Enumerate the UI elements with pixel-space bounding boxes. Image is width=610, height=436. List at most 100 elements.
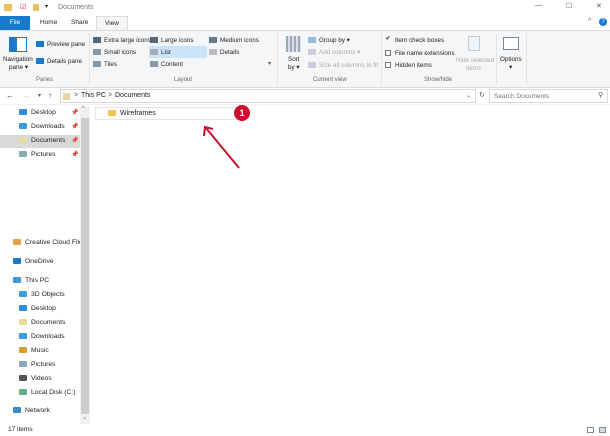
breadcrumb-this-pc[interactable]: This PC — [81, 92, 106, 99]
refresh-icon[interactable]: ↻ — [479, 91, 485, 99]
onedrive-icon — [13, 258, 21, 265]
recent-locations-icon[interactable]: ▾ — [38, 92, 41, 99]
minimize-button[interactable]: — — [535, 2, 542, 9]
breadcrumb-separator[interactable]: > — [108, 92, 112, 99]
nav-item-onedrive[interactable]: OneDrive — [13, 258, 54, 265]
nav-item-3d-objects[interactable]: 3D Objects — [19, 291, 65, 298]
nav-item-local-disk-c[interactable]: Local Disk (C:) — [19, 389, 76, 396]
navigation-pane-label: pane ▾ — [9, 64, 28, 71]
nav-scrollbar-thumb[interactable] — [81, 118, 89, 414]
navigation-pane-button[interactable]: Navigation — [3, 56, 33, 63]
nav-item-videos[interactable]: Videos — [19, 375, 52, 382]
new-folder-icon[interactable] — [33, 4, 39, 11]
music-icon — [19, 347, 27, 354]
quick-access-dropdown-icon[interactable]: ▾ — [45, 3, 48, 10]
pictures-icon — [19, 151, 27, 158]
nav-item-music[interactable]: Music — [19, 347, 49, 354]
nav-item-pictures[interactable]: Pictures — [19, 361, 56, 368]
nav-item-label: Music — [31, 347, 49, 354]
item-count: 17 items — [8, 426, 33, 433]
search-icon[interactable]: ⚲ — [598, 91, 603, 99]
nav-item-network[interactable]: Network — [13, 407, 50, 414]
layout-content[interactable]: Content — [150, 61, 183, 68]
details-view-icon[interactable] — [587, 427, 594, 433]
tab-home[interactable]: Home — [32, 16, 65, 30]
layout-medium-icons[interactable]: Medium icons — [209, 37, 259, 44]
file-item-wireframes[interactable]: Wireframes — [95, 107, 241, 120]
forward-button: → — [22, 91, 30, 100]
tab-share[interactable]: Share — [63, 16, 96, 30]
options-button[interactable]: Options — [500, 56, 522, 63]
breadcrumb-documents[interactable]: Documents — [115, 92, 150, 99]
nav-item-label: Pictures — [31, 151, 56, 158]
window-title: Documents — [58, 4, 94, 11]
layout-group-label: Layout — [174, 77, 193, 83]
file-name: Wireframes — [120, 110, 156, 117]
tab-file[interactable]: File — [0, 16, 30, 30]
nav-item-label: Documents — [31, 319, 66, 326]
nav-item-creative-cloud-files[interactable]: Creative Cloud Files — [13, 239, 86, 246]
tab-view[interactable]: View — [96, 16, 128, 30]
scroll-up-icon[interactable]: ^ — [82, 106, 85, 112]
folder-icon — [108, 110, 116, 117]
layout-more-icon[interactable]: ▾ — [268, 60, 271, 67]
options-dropdown-icon[interactable]: ▾ — [509, 64, 512, 71]
file-name-extensions-checkbox[interactable]: File name extensions — [385, 50, 455, 57]
group-by-button[interactable]: Group by ▾ — [308, 37, 350, 44]
nav-item-label: Videos — [31, 375, 52, 382]
nav-item-label: OneDrive — [25, 258, 54, 265]
hidden-items-checkbox[interactable]: Hidden items — [385, 62, 432, 69]
size-columns-button: Size all columns to fit — [308, 62, 378, 69]
pin-icon[interactable]: 📌 — [71, 109, 78, 116]
desktop-icon — [19, 109, 27, 116]
add-columns-button: Add columns ▾ — [308, 49, 360, 56]
nav-item-desktop[interactable]: Desktop — [19, 305, 56, 312]
maximize-button[interactable]: ☐ — [566, 2, 572, 10]
item-check-boxes-checkbox[interactable]: ✔ Item check boxes — [385, 36, 444, 44]
details-pane-button[interactable]: Details pane — [36, 58, 82, 65]
nav-item-documents[interactable]: Documents — [19, 137, 65, 144]
pin-icon[interactable]: 📌 — [71, 137, 78, 144]
nav-item-this-pc[interactable]: This PC — [13, 277, 49, 284]
nav-item-label: This PC — [25, 277, 50, 284]
nav-item-label: Desktop — [31, 109, 56, 116]
back-button[interactable]: ← — [6, 91, 14, 100]
sort-by-button[interactable]: Sort — [288, 56, 300, 63]
documents-icon — [19, 137, 27, 144]
navigation-pane-icon[interactable] — [9, 37, 27, 52]
layout-list[interactable]: List — [149, 46, 207, 58]
help-icon[interactable]: ? — [599, 18, 607, 26]
options-icon[interactable] — [503, 37, 519, 50]
layout-extra-large-icons[interactable]: Extra large icons — [93, 37, 151, 44]
nav-item-desktop[interactable]: Desktop — [19, 109, 56, 116]
nav-item-pictures[interactable]: Pictures — [19, 151, 56, 158]
this-pc-icon — [63, 93, 70, 100]
nav-item-label: Network — [25, 407, 50, 414]
downloads-icon — [19, 123, 27, 130]
layout-large-icons[interactable]: Large icons — [150, 37, 194, 44]
up-button[interactable]: ↑ — [48, 91, 52, 100]
preview-pane-button[interactable]: Preview pane — [36, 41, 85, 48]
pin-icon[interactable]: 📌 — [71, 151, 78, 158]
nav-item-documents[interactable]: Documents — [19, 319, 65, 326]
large-icons-view-icon[interactable] — [599, 427, 606, 433]
sort-icon[interactable] — [286, 36, 301, 52]
collapse-ribbon-icon[interactable]: ^ — [588, 18, 591, 25]
scroll-down-icon[interactable]: ⌄ — [82, 414, 87, 421]
nav-item-downloads[interactable]: Downloads — [19, 333, 65, 340]
sort-by-label: by ▾ — [288, 64, 300, 71]
properties-icon[interactable]: ☑ — [20, 3, 26, 11]
layout-details[interactable]: Details — [209, 49, 239, 56]
nav-item-downloads[interactable]: Downloads — [19, 123, 65, 130]
hide-selected-button: Hide selected — [456, 57, 495, 64]
close-button[interactable]: ✕ — [596, 2, 602, 10]
search-input[interactable]: Search Documents — [489, 89, 608, 103]
nav-item-label: Downloads — [31, 123, 65, 130]
local-disk-c-icon — [19, 389, 27, 396]
layout-tiles[interactable]: Tiles — [93, 61, 117, 68]
nav-item-label: Documents — [31, 137, 66, 144]
pin-icon[interactable]: 📌 — [71, 123, 78, 130]
address-dropdown-icon[interactable]: ⌄ — [466, 92, 471, 99]
layout-small-icons[interactable]: Small icons — [93, 49, 136, 56]
breadcrumb-separator[interactable]: > — [74, 92, 78, 99]
